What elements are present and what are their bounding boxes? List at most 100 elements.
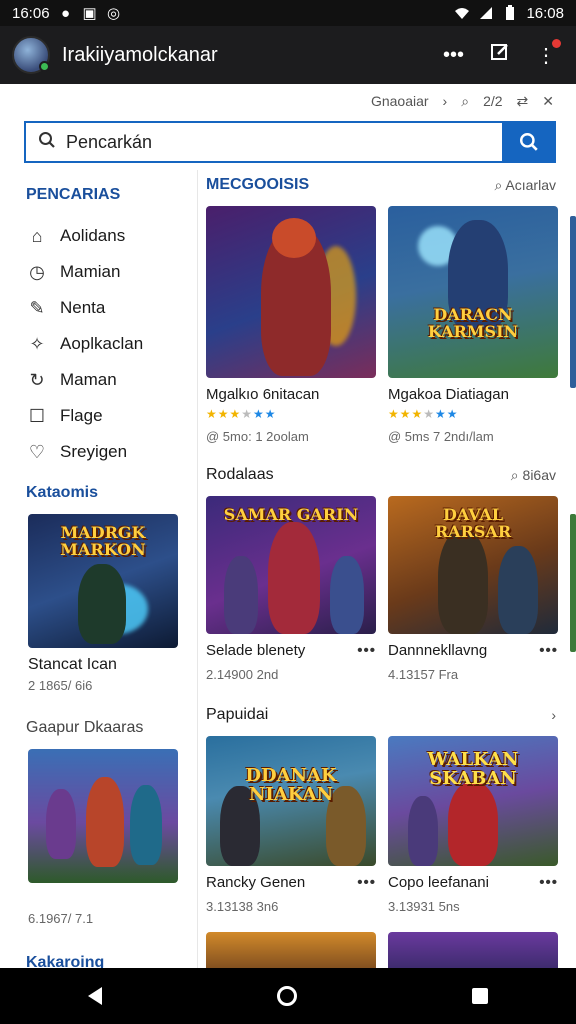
game-card[interactable]: DARACN KARMSIN Mgakoa Diatiagan ★★★★★★ @… bbox=[388, 206, 558, 444]
game-name: Copo leefanani bbox=[388, 874, 489, 891]
refresh-icon: ↻ bbox=[29, 369, 45, 390]
game-thumbnail bbox=[206, 932, 376, 968]
clock-icon: ◷ bbox=[29, 261, 45, 282]
battery-icon bbox=[502, 5, 518, 21]
game-art-title: WALKAN SKABAN bbox=[427, 749, 519, 789]
page-counter: 2/2 bbox=[483, 93, 503, 109]
home-button-icon[interactable] bbox=[276, 986, 297, 1006]
game-card[interactable]: Mgalkıo 6nitacan ★★★★★★ @ 5mo: 1 2oolam bbox=[206, 206, 376, 444]
sidebar-game-card[interactable]: MADRGK MARKON Stancat Ican 2 1865/ 6i6 bbox=[28, 514, 178, 693]
more-options-icon[interactable]: ••• bbox=[357, 642, 376, 659]
sidebar-item-refresh[interactable]: ↻ Maman bbox=[0, 362, 197, 398]
sidebar-item-label: Aolidans bbox=[60, 226, 126, 245]
notification-badge bbox=[552, 38, 561, 48]
game-card[interactable]: WALKAN SKABAN Copo leefanani ••• 3.13931 … bbox=[388, 736, 558, 914]
online-indicator bbox=[39, 61, 50, 72]
edit-icon[interactable] bbox=[490, 42, 510, 68]
game-thumbnail: DAVAL RARSAR bbox=[388, 496, 558, 634]
sidebar-item-home[interactable]: ⌂ Aolidans bbox=[0, 218, 197, 254]
sidebar-item-puzzle[interactable]: ✎ Nenta bbox=[0, 290, 197, 326]
sidebar-section-categories: Kataomis bbox=[26, 484, 99, 501]
wifi-icon bbox=[454, 5, 470, 21]
section-title: MECGOOISIS bbox=[206, 176, 310, 193]
game-thumbnail bbox=[388, 932, 558, 968]
game-name: Mgalkıo 6nitacan bbox=[206, 386, 320, 403]
game-name: Rancky Genen bbox=[206, 874, 306, 891]
game-thumbnail: SAMAR GARIN bbox=[206, 496, 376, 634]
overflow-menu-icon[interactable]: ⋮ bbox=[536, 38, 561, 68]
main-content: MECGOOISIS ⌕ Acıarlav Mgalkıo 6nitacan ★… bbox=[206, 170, 576, 968]
section-arrow-icon[interactable]: › bbox=[551, 707, 556, 723]
game-thumbnail: DARACN KARMSIN bbox=[388, 206, 558, 378]
apps-icon: ✧ bbox=[29, 333, 45, 354]
status-time: 16:06 bbox=[12, 4, 50, 22]
sidebar-item-favorites[interactable]: ♡ Sreyigen bbox=[0, 434, 197, 470]
image-icon: ▣ bbox=[82, 5, 97, 22]
next-card-peek bbox=[570, 514, 576, 652]
sidebar-item-label: Maman bbox=[60, 370, 117, 389]
back-icon[interactable] bbox=[87, 987, 102, 1005]
flag-icon: ☐ bbox=[28, 405, 46, 426]
search-bar: Pencarkán bbox=[24, 121, 556, 163]
search-small-icon[interactable]: ⌕ bbox=[461, 93, 469, 110]
rating-stars: ★★★★★★ bbox=[206, 407, 277, 421]
game-thumbnail: MADRGK MARKON bbox=[28, 514, 178, 648]
game-card[interactable] bbox=[388, 932, 558, 968]
home-icon: ⌂ bbox=[31, 225, 43, 246]
sort-icon[interactable]: ⇄ bbox=[517, 93, 529, 110]
rating-stars: ★★★★★★ bbox=[388, 407, 459, 421]
game-name: Stancat Ican bbox=[28, 656, 117, 673]
game-meta: 2 1865/ 6i6 bbox=[28, 678, 93, 693]
search-button[interactable] bbox=[502, 121, 556, 163]
app-bar: Irakiiyamolckanar ••• ⋮ bbox=[0, 26, 576, 84]
section-header: Papuidai › bbox=[206, 700, 576, 730]
game-art-title: MADRGK MARKON bbox=[60, 523, 146, 559]
app-title: Irakiiyamolckanar bbox=[62, 43, 218, 66]
next-card-peek bbox=[570, 216, 576, 388]
game-row: SAMAR GARIN Selade blenety ••• 2.14900 2n… bbox=[206, 496, 576, 682]
game-meta: 6.1967/ 7.1 bbox=[28, 911, 94, 926]
game-row: Mgalkıo 6nitacan ★★★★★★ @ 5mo: 1 2oolam … bbox=[206, 206, 576, 444]
game-art-title: SAMAR GARIN bbox=[223, 505, 359, 524]
game-card[interactable]: DAVAL RARSAR Dannnekllavng ••• 4.13157 Fr… bbox=[388, 496, 558, 682]
sidebar-item-label: Sreyigen bbox=[60, 442, 128, 461]
game-name: Dannnekllavng bbox=[388, 642, 488, 659]
filter-bar: Gnaoaiar › ⌕ 2/2 ⇄ ✕ bbox=[200, 84, 576, 118]
more-options-icon[interactable]: ••• bbox=[539, 874, 558, 891]
game-thumbnail: DDANAK NIAKAN bbox=[206, 736, 376, 866]
avatar[interactable] bbox=[12, 36, 50, 74]
search-placeholder: Pencarkán bbox=[66, 131, 153, 152]
sidebar-section-more: Kakaroing bbox=[26, 954, 105, 968]
sidebar-section-popular: Gaapur Dkaaras bbox=[26, 719, 144, 736]
puzzle-icon: ✎ bbox=[29, 297, 45, 318]
section-more-link[interactable]: ⌕ 8i6av bbox=[511, 467, 556, 484]
sidebar-item-label: Flage bbox=[60, 406, 103, 425]
filter-label[interactable]: Gnaoaiar bbox=[371, 93, 429, 109]
filter-chevron[interactable]: › bbox=[443, 93, 448, 109]
search-input[interactable]: Pencarkán bbox=[24, 121, 502, 163]
search-icon bbox=[38, 131, 56, 154]
section-title: Papuidai bbox=[206, 706, 269, 723]
sidebar-item-apps[interactable]: ✧ Aoplkaclan bbox=[0, 326, 197, 362]
recents-icon[interactable] bbox=[472, 988, 489, 1004]
close-icon[interactable]: ✕ bbox=[542, 93, 554, 110]
game-thumbnail: WALKAN SKABAN bbox=[388, 736, 558, 866]
sidebar-menu: ⌂ Aolidans ◷ Mamian ✎ Nenta ✧ Aoplkaclan ↻ Ma… bbox=[0, 218, 197, 470]
section-title: Rodalaas bbox=[206, 466, 274, 483]
location-icon: ◎ bbox=[107, 5, 121, 22]
game-art-title: DARACN KARMSIN bbox=[427, 305, 519, 341]
section-more-label: 8i6av bbox=[522, 466, 556, 483]
camera-icon: ● bbox=[61, 4, 71, 22]
sidebar-item-flag[interactable]: ☐ Flage bbox=[0, 398, 197, 434]
game-card[interactable]: DDANAK NIAKAN Rancky Genen ••• 3.13138 3n… bbox=[206, 736, 376, 914]
section-more-link[interactable]: ⌕ Acıarlav bbox=[494, 177, 556, 194]
more-options-icon[interactable]: ••• bbox=[357, 874, 376, 891]
game-meta: 2.14900 2nd bbox=[206, 667, 279, 682]
game-card[interactable]: SAMAR GARIN Selade blenety ••• 2.14900 2n… bbox=[206, 496, 376, 682]
more-options-icon[interactable]: ••• bbox=[539, 642, 558, 659]
sidebar-item-recent[interactable]: ◷ Mamian bbox=[0, 254, 197, 290]
game-row: DDANAK NIAKAN Rancky Genen ••• 3.13138 3n… bbox=[206, 736, 576, 914]
game-card[interactable] bbox=[206, 932, 376, 968]
sidebar-game-card[interactable]: 6.1967/ 7.1 bbox=[28, 749, 178, 926]
more-dots-icon[interactable]: ••• bbox=[443, 44, 464, 67]
